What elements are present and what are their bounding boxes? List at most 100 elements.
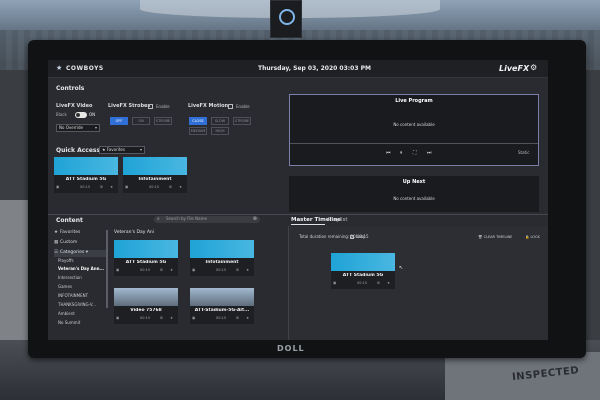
- tile-thumbnail: [331, 253, 395, 271]
- motion-title: LiveFX Motion: [188, 103, 229, 109]
- app-logo: LiveFX: [499, 64, 530, 73]
- content-tile[interactable]: ATT-Stadium-5G-Alt... ▣ 00:15 ⊞ ★: [190, 288, 254, 324]
- strobes-enable-label: Enable: [156, 104, 170, 109]
- category-item[interactable]: INFOTAINMENT: [58, 293, 88, 299]
- live-program-empty: No content available: [393, 122, 435, 127]
- quick-tile[interactable]: Infotainment ▣ 00:15 ⊞ ★: [123, 157, 187, 193]
- strobe-strobe-button[interactable]: STROBE: [154, 117, 172, 125]
- star-icon[interactable]: ★: [246, 268, 249, 272]
- sidebar-label: Favorites: [60, 230, 81, 235]
- category-item[interactable]: THANKSGIVING-V...: [58, 302, 96, 308]
- tile-time: 00:15: [357, 281, 368, 285]
- star-icon[interactable]: ★: [170, 268, 173, 272]
- tile-label: ATT Stadium 5G: [125, 260, 167, 265]
- category-item[interactable]: Intersection: [58, 275, 82, 281]
- tile-label: Video 75768: [130, 308, 162, 313]
- video-toggle[interactable]: [75, 112, 87, 118]
- motion-high-button[interactable]: HIGH: [211, 127, 229, 135]
- search-input[interactable]: ⌕ Search by File Name ⊗: [154, 216, 260, 223]
- add-icon[interactable]: ⊞: [377, 281, 380, 285]
- close-icon[interactable]: ⊗: [253, 216, 257, 222]
- quick-access-title: Quick Access: [56, 147, 101, 154]
- filter-value: Favorites: [106, 147, 125, 152]
- content-tile[interactable]: ATT Stadium 5G ▣ 00:15 ⊞ ★: [114, 240, 178, 276]
- tile-label: Infotainment: [138, 177, 172, 182]
- quick-tile[interactable]: ATT Stadium 5G ▣ 00:15 ⊞ ★: [54, 157, 118, 193]
- motion-enable-checkbox[interactable]: [228, 104, 233, 109]
- strobes-enable-checkbox[interactable]: [148, 104, 153, 109]
- search-placeholder: Search by File Name: [166, 216, 207, 221]
- add-icon[interactable]: ⊞: [160, 268, 163, 272]
- tile-time: 00:15: [149, 185, 160, 189]
- loop-checkbox[interactable]: [350, 235, 354, 239]
- media-icon: ▣: [56, 185, 60, 189]
- quick-access-filter[interactable]: ★ Favorites ▾: [99, 146, 145, 154]
- clear-timeline-button[interactable]: 🗑 CLEAR TIMELINE: [478, 235, 512, 239]
- lock-button[interactable]: 🔒 LOCK: [525, 235, 540, 239]
- loop-label: Loop: [356, 234, 366, 239]
- strobe-on-button[interactable]: ON: [132, 117, 150, 125]
- tab-playlist[interactable]: Playlist: [328, 217, 348, 224]
- strobe-off-button[interactable]: OFF: [110, 117, 128, 125]
- star-icon[interactable]: ★: [387, 281, 390, 285]
- gear-icon[interactable]: ⚙: [530, 63, 537, 73]
- motion-enable-label: Enable: [236, 104, 250, 109]
- star-icon[interactable]: ★: [110, 185, 113, 189]
- sidebar-item-favorites[interactable]: ★ Favorites: [54, 230, 106, 237]
- motion-slow-button[interactable]: SLOW: [211, 117, 229, 125]
- tile-time: 00:15: [216, 316, 227, 320]
- media-icon: ▣: [116, 316, 120, 320]
- content-title: Content: [56, 217, 83, 224]
- add-icon[interactable]: ⊞: [160, 316, 163, 320]
- content-divider: [48, 214, 548, 215]
- tile-time: 00:15: [140, 316, 151, 320]
- sidebar-item-custom[interactable]: ▦ Custom: [54, 240, 106, 247]
- category-item[interactable]: Playoffs: [58, 258, 74, 264]
- content-tile[interactable]: Infotainment ▣ 00:15 ⊞ ★: [190, 240, 254, 276]
- add-icon[interactable]: ⊞: [236, 268, 239, 272]
- category-item[interactable]: No Summit: [58, 320, 80, 326]
- star-icon[interactable]: ★: [179, 185, 182, 189]
- star-logo-icon: ★: [56, 64, 63, 72]
- override-select[interactable]: No Override ▾: [56, 124, 100, 132]
- tile-label: ATT Stadium 5G: [342, 273, 384, 278]
- tile-time: 00:15: [216, 268, 227, 272]
- content-tile[interactable]: Video 75768 ▣ 00:15 ⊞ ★: [114, 288, 178, 324]
- sidebar-label: Custom: [60, 240, 78, 245]
- category-item[interactable]: Ambient: [58, 311, 75, 317]
- sidebar-scrollbar[interactable]: [106, 230, 108, 308]
- app-screen: ★ COWBOYS Thursday, Sep 03, 2020 03:03 P…: [48, 60, 548, 340]
- clear-timeline-label: CLEAR TIMELINE: [483, 235, 513, 239]
- timeline-tile[interactable]: ATT Stadium 5G ▣ 00:15 ⊞ ★: [331, 253, 395, 289]
- motion-medium-button[interactable]: MEDIUM: [189, 127, 207, 135]
- sidebar-item-categories[interactable]: ☰ Categories ▾: [54, 250, 106, 257]
- skip-back-icon[interactable]: ⏮: [386, 150, 391, 156]
- star-icon[interactable]: ★: [246, 316, 249, 320]
- add-icon[interactable]: ⊞: [236, 316, 239, 320]
- monitor-brand: DOLL: [277, 344, 305, 353]
- motion-strobe-button[interactable]: STROBE: [233, 117, 251, 125]
- tile-time: 00:15: [80, 185, 91, 189]
- media-icon: ▣: [192, 316, 196, 320]
- current-datetime: Thursday, Sep 03, 2020 03:03 PM: [258, 65, 371, 72]
- lock-label: LOCK: [530, 235, 540, 239]
- star-icon[interactable]: ★: [170, 316, 173, 320]
- category-item[interactable]: Veteran's Day Ann...: [58, 266, 104, 272]
- att-logo-icon: [279, 9, 295, 25]
- media-icon: ▣: [192, 268, 196, 272]
- pause-icon[interactable]: ⏸: [400, 150, 403, 156]
- left-equipment: [0, 200, 30, 350]
- skip-forward-icon[interactable]: ⏭: [427, 150, 432, 156]
- folder-title: Veteran's Day Ani: [114, 230, 154, 235]
- motion-close-button[interactable]: CLOSE: [189, 117, 207, 125]
- category-item[interactable]: Games: [58, 284, 72, 290]
- tile-thumbnail: [54, 157, 118, 175]
- strobes-title: LiveFX Strobes: [108, 103, 151, 109]
- add-icon[interactable]: ⊞: [169, 185, 172, 189]
- add-icon[interactable]: ⊞: [100, 185, 103, 189]
- tile-thumbnail: [114, 288, 178, 306]
- up-next-empty: No content available: [393, 196, 435, 201]
- black-label: Black: [56, 112, 67, 117]
- fullscreen-icon[interactable]: ⛶: [413, 150, 417, 156]
- tile-thumbnail: [190, 288, 254, 306]
